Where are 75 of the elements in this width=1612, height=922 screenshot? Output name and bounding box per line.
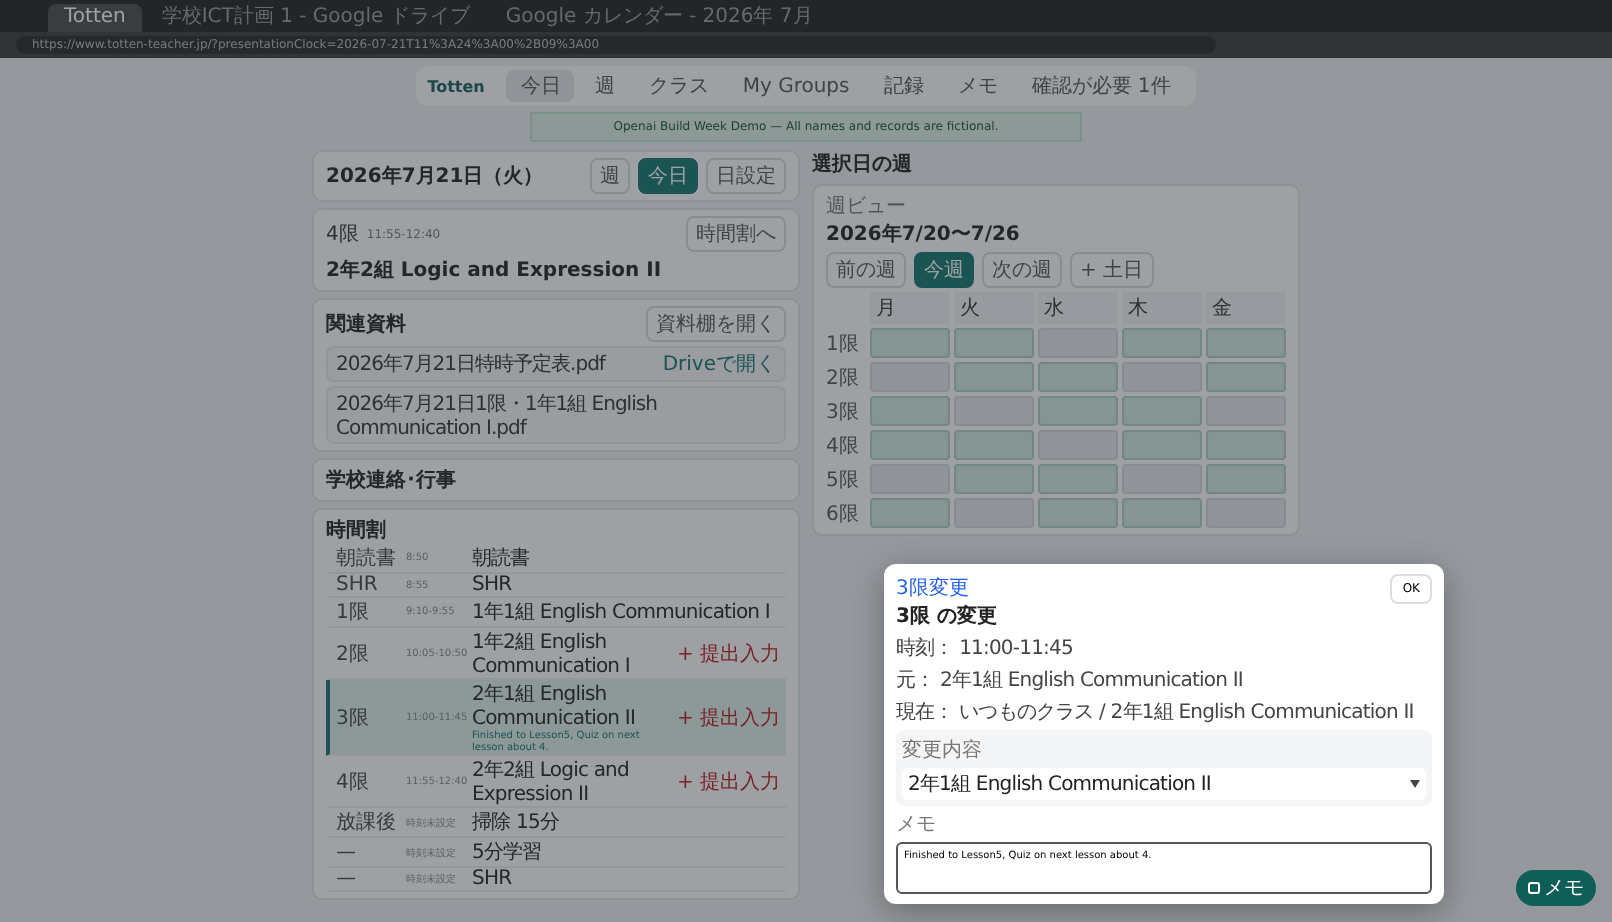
week-range: 2026年7/20〜7/26 [826,221,1020,248]
day-button[interactable]: 今日 [638,158,698,194]
day-button[interactable]: 週 [590,158,630,194]
subject-label: SHR [472,868,514,890]
period-label: 6限 [826,501,861,527]
subject-label: 2年1組 English Communication II [472,682,637,730]
period-label: 4限 [826,433,861,459]
day-button[interactable]: 日設定 [706,158,786,194]
info-line: 時刻： 11:00-11:45 [896,635,1075,662]
drive-link[interactable]: Driveで開く [662,350,776,378]
nav-tab[interactable]: 確認が必要 1件 [1017,70,1185,102]
period-label: 5限 [826,467,861,493]
period-label: 2限 [336,641,371,667]
period-label: 放課後 [336,809,398,836]
date-title: 2026年7月21日（火） [326,163,544,190]
subject-label: 朝読書 [472,545,532,572]
day-header: 水 [1038,292,1118,324]
subject-label: 1年1組 English Communication I [472,600,772,626]
week-button[interactable]: 今週 [914,252,974,288]
period-label: 3限 [826,399,861,425]
period-label: 2限 [826,365,861,391]
info-line: 元： 2年1組 English Communication II [896,668,1245,694]
nav-tab[interactable]: 今日 [506,70,575,102]
nav-tab[interactable]: メモ [943,70,1012,102]
info-line: 現在： いつものクラス / 2年1組 English Communication II [896,700,1416,726]
nav-tab[interactable]: 記録 [869,70,938,102]
day-header: 火 [954,292,1034,324]
change-tag: 3限変更 [896,574,997,602]
week-button[interactable]: + 土日 [1070,252,1154,288]
notices-title: 学校連絡･行事 [326,467,456,494]
day-header: 木 [1122,292,1202,324]
week-section-title: 選択日の週 [812,151,912,178]
period-label: SHR [336,574,380,596]
browser-tab[interactable]: 学校ICT計画 1 - Google ドライブ [145,4,486,32]
submit-link[interactable]: + 提出入力 [676,639,780,667]
day-header: 月 [870,292,950,324]
period-label: — [336,841,358,863]
period-label: — [336,868,358,890]
submit-link[interactable]: + 提出入力 [676,703,780,731]
change-label: 変更内容 [902,737,984,764]
browser-tab[interactable]: Totten [48,4,142,32]
class-select[interactable]: 2年1組 English Communication II [902,768,1426,800]
materials-title: 関連資料 [326,311,406,338]
period-label: 1限 [336,600,371,626]
dialog-title: 3限 の変更 [896,602,997,630]
subject-label: 5分学習 [472,840,544,866]
browser-tab[interactable]: Google カレンダー - 2026年 7月 [489,4,829,32]
memo-button[interactable]: メモ [1516,870,1596,906]
logo: Totten [427,77,485,95]
day-header: 金 [1206,292,1286,324]
memo-label: メモ [896,812,938,838]
period-label: 1限 [826,331,861,357]
subject-label: 2年2組 Logic and Expression II [472,758,631,806]
week-button[interactable]: 次の週 [982,252,1062,288]
timetable-button[interactable]: 時間割へ [686,216,786,252]
week-label: 週ビュー [826,194,908,220]
period-label: 4限 [326,222,359,248]
file-name: 2026年7月21日特時予定表.pdf [336,351,605,378]
subject-label: 1年2組 English Communication I [472,630,632,678]
nav-tab[interactable]: My Groups [728,73,864,99]
file-item[interactable]: 2026年7月21日1限・1年1組 English Communication I.pdf [326,386,786,444]
subject-label: SHR [472,574,514,596]
period-label: 朝読書 [336,545,398,572]
week-button[interactable]: 前の週 [826,252,906,288]
nav-tab[interactable]: クラス [634,70,723,102]
submit-link[interactable]: + 提出入力 [676,767,780,795]
open-materials-button[interactable]: 資料棚を開く [646,306,786,342]
file-name: 2026年7月21日1限・1年1組 English Communication I.pdf [336,392,659,440]
period-label: 3限 [336,705,371,731]
timetable-title: 時間割 [326,517,386,544]
period-label: 4限 [336,769,371,795]
nav-tab[interactable]: 週 [580,70,629,102]
file-item[interactable]: 2026年7月21日特時予定表.pdf Driveで開く [326,346,786,382]
subject-label: 掃除 15分 [472,810,562,836]
class-title: 2年2組 Logic and Expression II [326,257,662,284]
